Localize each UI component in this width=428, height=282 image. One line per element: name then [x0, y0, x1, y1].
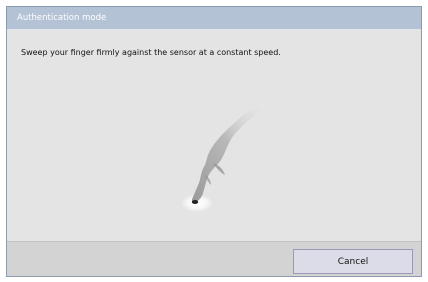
finger-sweep-icon [181, 105, 265, 212]
instruction-text: Sweep your finger firmly against the sen… [21, 48, 281, 57]
dialog-title: Authentication mode [7, 7, 421, 29]
authentication-dialog: Authentication mode Sweep your finger fi… [6, 6, 422, 277]
dialog-content: Sweep your finger firmly against the sen… [7, 29, 421, 241]
cancel-button[interactable]: Cancel [293, 249, 413, 274]
dialog-footer: Cancel [7, 241, 421, 276]
